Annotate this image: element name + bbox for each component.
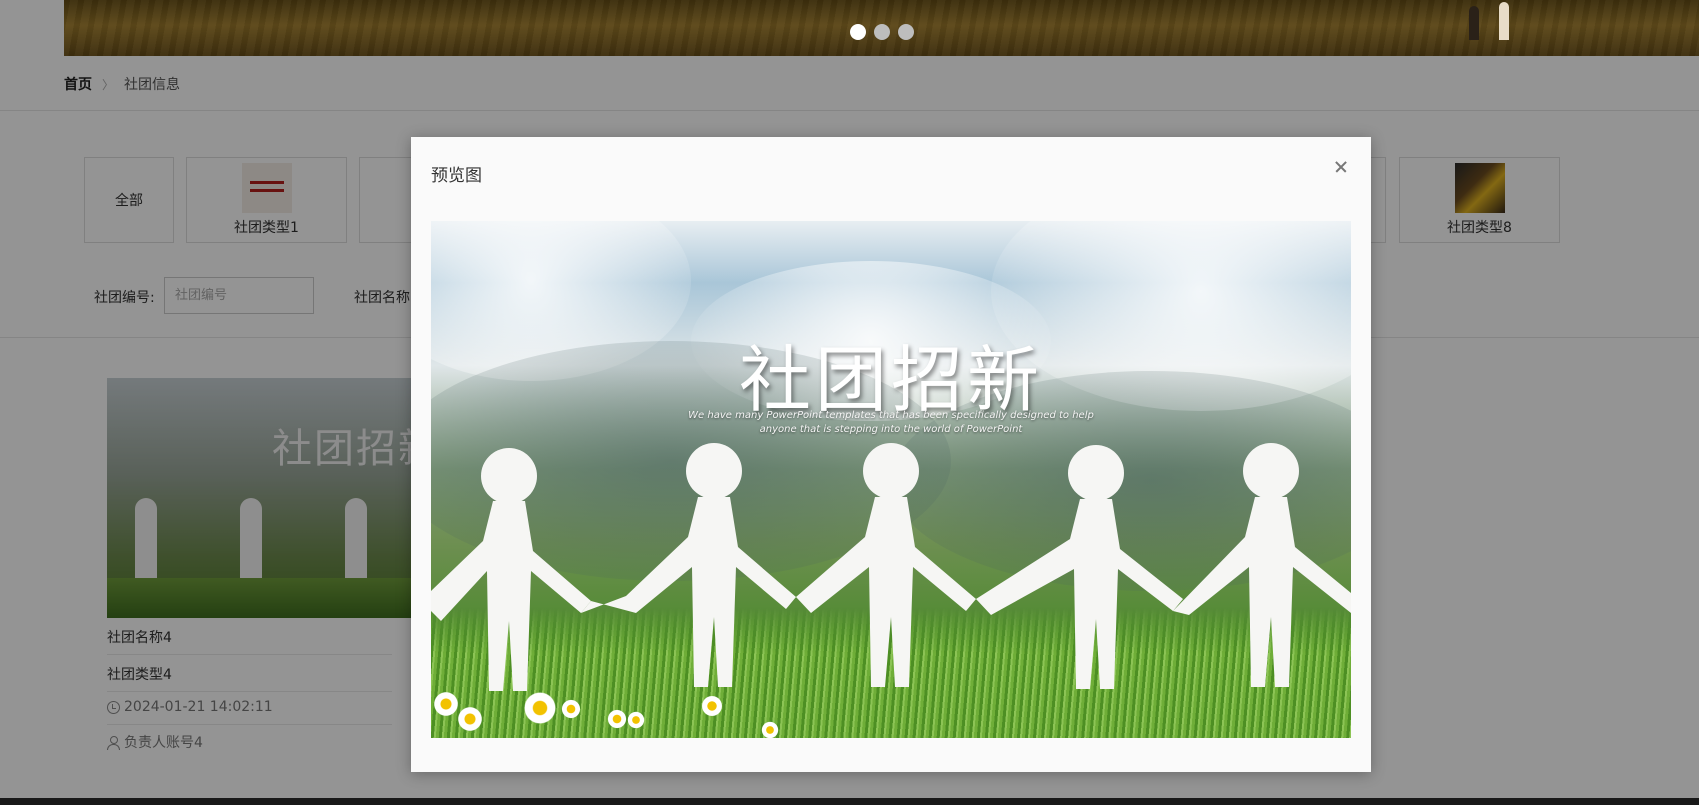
daisy bbox=[433, 691, 459, 717]
close-icon[interactable] bbox=[1331, 157, 1351, 177]
daisy bbox=[561, 699, 581, 719]
preview-subline-2: anyone that is stepping into the world o… bbox=[759, 424, 1023, 435]
modal-title: 预览图 bbox=[431, 166, 482, 186]
daisy bbox=[457, 706, 483, 732]
banner-figures bbox=[1459, 0, 1529, 40]
daisy bbox=[523, 691, 557, 725]
paper-people-chain bbox=[431, 443, 1351, 691]
daisy bbox=[607, 709, 627, 729]
daisy bbox=[701, 695, 723, 717]
carousel-dot-2[interactable] bbox=[874, 24, 890, 40]
carousel-dot-3[interactable] bbox=[898, 24, 914, 40]
preview-modal: 预览图 社团招新 We have many PowerPoint templat… bbox=[411, 137, 1371, 772]
preview-subline-1: We have many PowerPoint templates that h… bbox=[688, 410, 1094, 421]
daisy bbox=[627, 711, 645, 729]
carousel-dot-1[interactable] bbox=[850, 24, 866, 40]
carousel-dots bbox=[850, 24, 914, 40]
preview-subline: We have many PowerPoint templates that h… bbox=[431, 409, 1351, 437]
daisy bbox=[761, 721, 779, 738]
preview-image: 社团招新 We have many PowerPoint templates t… bbox=[431, 221, 1351, 738]
